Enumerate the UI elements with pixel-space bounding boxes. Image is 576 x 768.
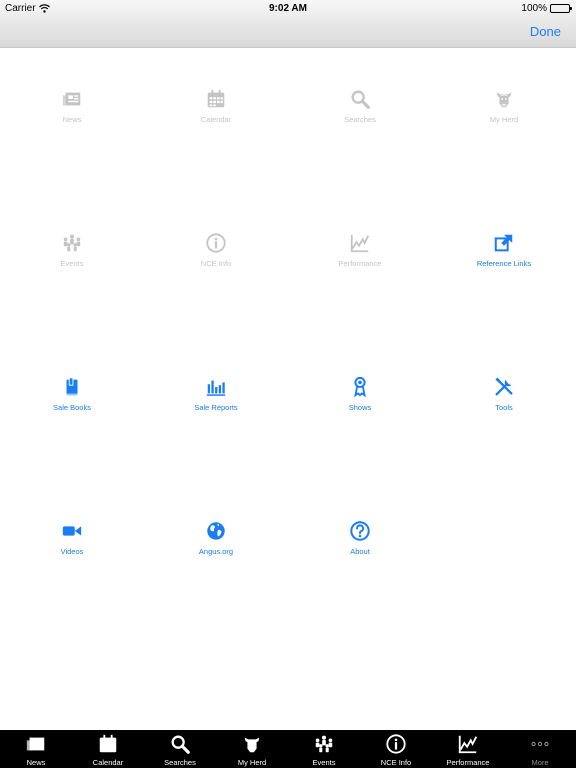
tab-label: News: [26, 758, 46, 767]
grid-item-label: Events: [60, 259, 84, 268]
info-icon: [204, 231, 228, 255]
tools-icon: [492, 375, 516, 399]
more-grid: News Calendar Searches My Herd Events NCE …: [0, 49, 576, 729]
grid-item-tools[interactable]: Tools: [444, 375, 564, 425]
more-dots-icon: [528, 733, 552, 755]
grid-item-label: NCE Info: [200, 259, 232, 268]
tab-label: Searches: [164, 758, 196, 767]
done-button[interactable]: Done: [530, 24, 561, 39]
grid-item-news[interactable]: News: [12, 87, 132, 137]
search-icon: [348, 87, 372, 111]
grid-item-videos[interactable]: Videos: [12, 519, 132, 569]
grid-item-label: Reference Links: [476, 259, 532, 268]
tab-news[interactable]: News: [0, 730, 72, 768]
search-icon: [168, 733, 192, 755]
grid-item-nce-info[interactable]: NCE Info: [156, 231, 276, 281]
chart-line-icon: [348, 231, 372, 255]
grid-item-shows[interactable]: Shows: [300, 375, 420, 425]
tab-more[interactable]: More: [504, 730, 576, 768]
grid-item-label: Tools: [495, 403, 513, 412]
status-time: 9:02 AM: [269, 3, 307, 14]
chart-line-icon: [456, 733, 480, 755]
status-bar: Carrier 9:02 AM 100%: [0, 0, 576, 18]
grid-item-label: My Herd: [489, 115, 519, 124]
navigation-bar: Carrier 9:02 AM 100% Done: [0, 0, 576, 48]
cow-head-icon: [240, 733, 264, 755]
ribbon-icon: [348, 375, 372, 399]
book-icon: [60, 375, 84, 399]
grid-item-searches[interactable]: Searches: [300, 87, 420, 137]
video-camera-icon: [60, 519, 84, 543]
people-group-icon: [60, 231, 84, 255]
grid-item-label: Videos: [60, 547, 84, 556]
calendar-icon: [204, 87, 228, 111]
info-icon: [384, 733, 408, 755]
bar-chart-icon: [204, 375, 228, 399]
battery-icon: [550, 4, 572, 13]
grid-item-label: About: [350, 547, 370, 556]
external-link-icon: [492, 231, 516, 255]
newspaper-icon: [60, 87, 84, 111]
grid-item-sale-books[interactable]: Sale Books: [12, 375, 132, 425]
grid-item-label: Performance: [338, 259, 382, 268]
grid-item-events[interactable]: Events: [12, 231, 132, 281]
newspaper-icon: [24, 733, 48, 755]
tab-label: Calendar: [92, 758, 124, 767]
tab-calendar[interactable]: Calendar: [72, 730, 144, 768]
grid-item-label: Shows: [348, 403, 372, 412]
grid-item-label: Calendar: [200, 115, 232, 124]
tab-events[interactable]: Events: [288, 730, 360, 768]
tab-my-herd[interactable]: My Herd: [216, 730, 288, 768]
tab-nce-info[interactable]: NCE Info: [360, 730, 432, 768]
grid-item-label: Angus.org: [198, 547, 234, 556]
grid-item-calendar[interactable]: Calendar: [156, 87, 276, 137]
tab-bar: News Calendar Searches My Herd Events NCE …: [0, 730, 576, 768]
tab-label: More: [531, 758, 549, 767]
battery-group: 100%: [521, 3, 572, 14]
grid-item-my-herd[interactable]: My Herd: [444, 87, 564, 137]
grid-item-label: Sale Books: [53, 403, 91, 412]
tab-performance[interactable]: Performance: [432, 730, 504, 768]
grid-item-label: Sale Reports: [194, 403, 238, 412]
grid-item-performance[interactable]: Performance: [300, 231, 420, 281]
question-icon: [348, 519, 372, 543]
grid-item-angus-org[interactable]: Angus.org: [156, 519, 276, 569]
tab-label: Performance: [446, 758, 490, 767]
grid-item-about[interactable]: About: [300, 519, 420, 569]
globe-icon: [204, 519, 228, 543]
cow-head-icon: [492, 87, 516, 111]
calendar-icon: [96, 733, 120, 755]
tab-searches[interactable]: Searches: [144, 730, 216, 768]
people-group-icon: [312, 733, 336, 755]
tab-label: Events: [312, 758, 336, 767]
grid-item-label: News: [62, 115, 82, 124]
tab-label: My Herd: [237, 758, 267, 767]
grid-item-sale-reports[interactable]: Sale Reports: [156, 375, 276, 425]
grid-item-reference-links[interactable]: Reference Links: [444, 231, 564, 281]
tab-label: NCE Info: [380, 758, 412, 767]
grid-item-label: Searches: [344, 115, 376, 124]
battery-percent: 100%: [521, 3, 547, 14]
